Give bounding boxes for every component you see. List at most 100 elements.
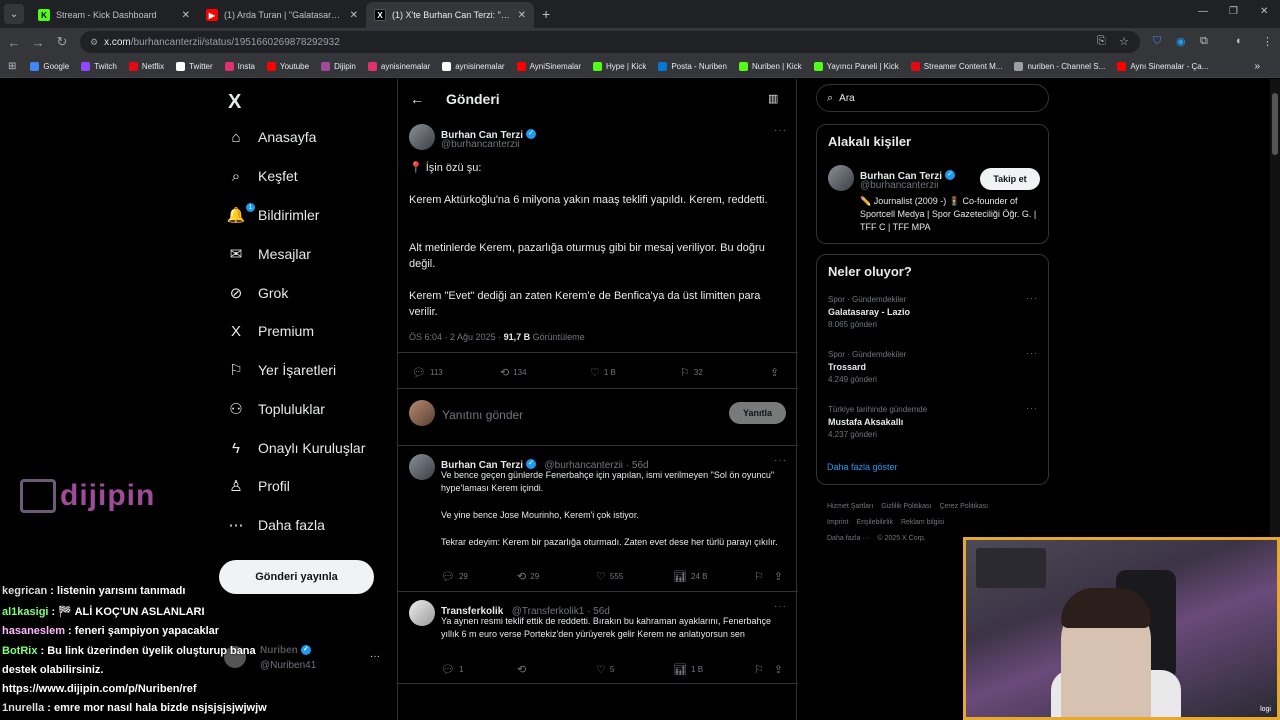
bookmark-item[interactable]: Twitter bbox=[176, 62, 213, 71]
reply-avatar[interactable] bbox=[409, 600, 435, 626]
trend-more-icon[interactable]: ··· bbox=[1026, 348, 1038, 358]
nav-item-5[interactable]: ⊘ Grok bbox=[226, 283, 289, 303]
nav-item-8[interactable]: ⚇ Topluluklar bbox=[226, 399, 325, 419]
person-handle[interactable]: @burhancanterzii bbox=[860, 180, 939, 191]
bookmark-item[interactable]: Youtube bbox=[267, 62, 309, 71]
nav-item-2[interactable]: ⌕ Keşfet bbox=[226, 166, 298, 186]
post-handle[interactable]: @burhancanterzii bbox=[441, 139, 520, 150]
menu-kebab-icon[interactable]: ⋮ bbox=[1262, 35, 1273, 48]
minimize-icon[interactable]: — bbox=[1198, 6, 1208, 17]
share-action[interactable]: ⇪ bbox=[774, 663, 787, 676]
bookmark-item[interactable]: Google bbox=[30, 62, 69, 71]
footer-link[interactable]: © 2025 X Corp. bbox=[877, 535, 925, 542]
reload-icon[interactable]: ↻ bbox=[50, 34, 74, 50]
bookmark-item[interactable]: aynisinemalar bbox=[367, 62, 430, 71]
nav-item-10[interactable]: ♙ Profil bbox=[226, 476, 290, 496]
extension-icon[interactable]: ◉ bbox=[1176, 35, 1186, 48]
repost-action[interactable]: ⟲ bbox=[517, 663, 596, 676]
back-icon[interactable]: ← bbox=[2, 35, 26, 50]
bookmark-item[interactable]: Insta bbox=[224, 62, 255, 71]
window-close-icon[interactable]: ✕ bbox=[1260, 6, 1268, 17]
bookmark-item[interactable]: Netflix bbox=[128, 62, 164, 71]
repost-action[interactable]: ⟲ 134 bbox=[500, 366, 590, 379]
views-action[interactable]: 📊︎ 1 B bbox=[673, 663, 754, 676]
post-more-icon[interactable]: ··· bbox=[774, 125, 787, 136]
bookmark-item[interactable]: aynisinemalar bbox=[442, 62, 505, 71]
nav-item-6[interactable]: X Premium bbox=[226, 321, 314, 341]
bookmark-item[interactable]: Aynı Sinemalar - Ça... bbox=[1117, 62, 1208, 71]
nav-item-11[interactable]: ⋯ Daha fazla bbox=[226, 515, 325, 535]
address-bar[interactable]: ⚙ x.com/burhancanterzii/status/195166026… bbox=[80, 31, 1140, 53]
puzzle-icon[interactable]: ⧉ bbox=[1200, 35, 1208, 48]
bookmark-action[interactable]: ⚐ bbox=[754, 570, 774, 583]
reply-action[interactable]: 💬︎ 113 bbox=[412, 366, 500, 379]
apps-grid-icon[interactable]: ⊞ bbox=[8, 61, 16, 72]
restore-icon[interactable]: ❐ bbox=[1229, 6, 1238, 17]
follow-button[interactable]: Takip et bbox=[980, 168, 1040, 190]
trend-item[interactable]: Spor · Gündemdekiler Trossard 4.249 gönd… bbox=[828, 348, 1038, 384]
footer-link[interactable]: Reklam bilgisi bbox=[901, 519, 944, 526]
person-avatar[interactable] bbox=[828, 165, 854, 191]
trend-item[interactable]: Türkiye tarihinde gündemde Mustafa Aksak… bbox=[828, 403, 1038, 439]
bookmark-item[interactable]: Yayıncı Paneli | Kick bbox=[813, 62, 899, 71]
show-more-link[interactable]: Daha fazla göster bbox=[827, 462, 898, 472]
search-input[interactable] bbox=[839, 92, 1030, 104]
site-info-icon[interactable]: ⚙ bbox=[90, 37, 98, 48]
bookmark-item[interactable]: Streamer Content M... bbox=[910, 62, 1002, 71]
reader-mode-icon[interactable]: ▥ bbox=[768, 92, 778, 105]
trend-more-icon[interactable]: ··· bbox=[1026, 403, 1038, 413]
forward-icon[interactable]: → bbox=[26, 35, 50, 50]
like-action[interactable]: ♡ 5 bbox=[596, 663, 673, 676]
back-arrow-icon[interactable]: ← bbox=[410, 91, 424, 107]
reply-avatar[interactable] bbox=[409, 454, 435, 480]
like-action[interactable]: ♡ 555 bbox=[596, 570, 673, 583]
bookmark-item[interactable]: Twitch bbox=[81, 62, 117, 71]
close-icon[interactable]: ✕ bbox=[350, 10, 358, 21]
like-action[interactable]: ♡ 1 B bbox=[590, 366, 680, 379]
tab-search-icon[interactable]: ⌄ bbox=[4, 4, 24, 24]
bookmark-action[interactable]: ⚐ 32 bbox=[680, 366, 770, 379]
close-icon[interactable]: ✕ bbox=[182, 10, 190, 21]
browser-tab-youtube[interactable]: ▶ (1) Arda Turan | "Galatasaray'a ... ✕ bbox=[198, 2, 366, 28]
star-icon[interactable]: ☆ bbox=[1119, 35, 1129, 48]
trend-more-icon[interactable]: ··· bbox=[1026, 293, 1038, 303]
more-bookmarks-icon[interactable]: » bbox=[1254, 61, 1260, 72]
nav-item-1[interactable]: ⌂ Anasayfa bbox=[226, 127, 316, 147]
views-action[interactable]: 📊︎ 24 B bbox=[673, 570, 754, 583]
reply-more-icon[interactable]: ··· bbox=[774, 601, 787, 612]
search-box[interactable]: ⌕ bbox=[816, 84, 1049, 112]
share-action[interactable]: ⇪ bbox=[774, 570, 787, 583]
repost-action[interactable]: ⟲ 29 bbox=[517, 570, 596, 583]
bookmark-item[interactable]: Posta - Nuriben bbox=[658, 62, 727, 71]
bookmark-item[interactable]: Nuriben | Kick bbox=[738, 62, 802, 71]
profile-avatar-icon[interactable]: ◐ bbox=[1236, 35, 1243, 47]
reply-button[interactable]: Yanıtla bbox=[729, 402, 786, 424]
nav-item-3[interactable]: 🔔 Bildirimler 1 bbox=[226, 203, 319, 225]
bookmark-item[interactable]: nuriben - Channel S... bbox=[1014, 62, 1105, 71]
nav-item-4[interactable]: ✉ Mesajlar bbox=[226, 244, 311, 264]
footer-link[interactable]: Hizmet Şartları bbox=[827, 503, 873, 510]
footer-link[interactable]: Erişilebilirlik bbox=[856, 519, 893, 526]
nav-item-7[interactable]: ⚐ Yer İşaretleri bbox=[226, 360, 336, 380]
reply-action[interactable]: 💬︎ 29 bbox=[441, 570, 517, 583]
browser-tab-x[interactable]: X (1) X'te Burhan Can Terzi: "📍 İş... ✕ bbox=[366, 2, 534, 28]
share-action[interactable]: ⇪ bbox=[770, 366, 783, 379]
footer-link[interactable]: Imprint bbox=[827, 519, 848, 526]
bookmark-item[interactable]: Hype | Kick bbox=[593, 62, 646, 71]
footer-link[interactable]: Daha fazla ··· bbox=[827, 535, 869, 542]
footer-link[interactable]: Çerez Politikası bbox=[939, 503, 988, 510]
scrollbar-thumb[interactable] bbox=[1272, 93, 1278, 155]
reply-action[interactable]: 💬︎ 1 bbox=[441, 663, 517, 676]
nav-item-9[interactable]: ϟ Onaylı Kuruluşlar bbox=[226, 438, 365, 458]
post-timestamp[interactable]: ÖS 6:04 · 2 Ağu 2025 · bbox=[409, 332, 504, 342]
bookmark-item[interactable]: Dijipin bbox=[321, 62, 356, 71]
new-tab-icon[interactable]: + bbox=[542, 6, 550, 22]
bookmark-action[interactable]: ⚐ bbox=[754, 663, 774, 676]
reply-more-icon[interactable]: ··· bbox=[774, 455, 787, 466]
x-logo-icon[interactable]: X bbox=[228, 91, 241, 114]
trend-item[interactable]: Spor · Gündemdekiler Galatasaray - Lazio… bbox=[828, 293, 1038, 329]
footer-link[interactable]: Gizlilik Politikası bbox=[881, 503, 931, 510]
browser-tab-kick[interactable]: K Stream - Kick Dashboard ✕ bbox=[30, 2, 198, 28]
shield-icon[interactable]: ⛉ bbox=[1153, 35, 1161, 48]
close-icon[interactable]: ✕ bbox=[518, 10, 526, 21]
